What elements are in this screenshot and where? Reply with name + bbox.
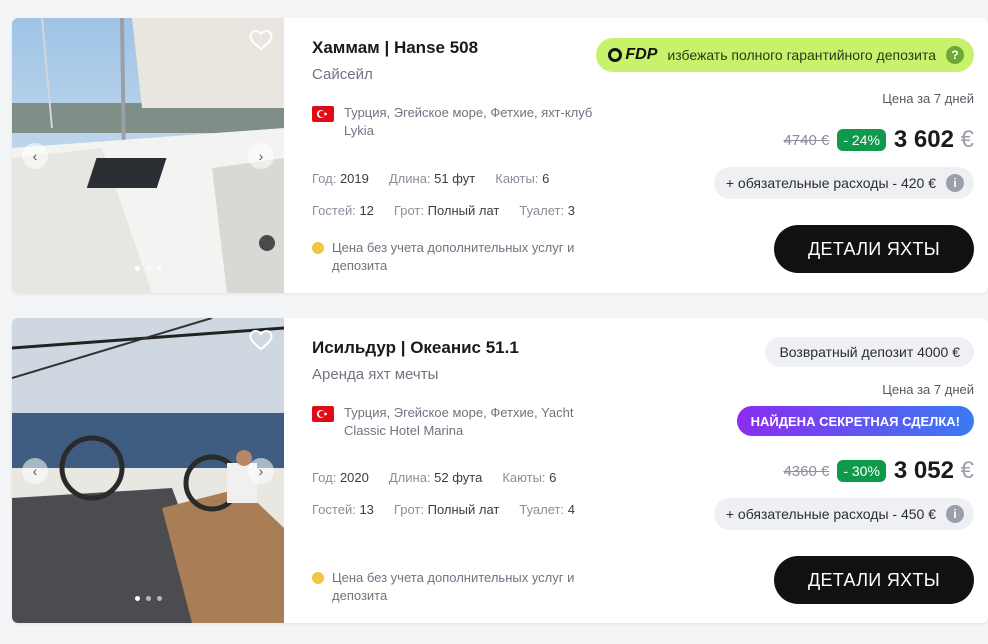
spec-cabins: Каюты: 6	[502, 470, 557, 485]
mandatory-fees[interactable]: + обязательные расходы - 420 € i	[713, 167, 974, 199]
location-text: Турция, Эгейское море, Фетхие, яхт-клуб …	[344, 105, 593, 138]
spec-guests: Гостей: 13	[312, 502, 374, 517]
carousel-dots	[12, 596, 284, 601]
carousel-dot[interactable]	[134, 266, 140, 271]
fdp-text: избежать полного гарантийного депозита	[667, 47, 936, 63]
price-period: Цена за 7 дней	[882, 382, 974, 397]
yacht-cockpit-image	[12, 318, 284, 623]
fdp-logo-icon	[608, 48, 623, 62]
charter-company: Сайсейл	[312, 66, 373, 83]
heart-icon[interactable]	[248, 328, 274, 352]
listing-card[interactable]: ‹ › Хаммам | Hanse 508 Сайсейл Турция, Э…	[12, 18, 988, 293]
yacht-details-button[interactable]: ДЕТАЛИ ЯХТЫ	[774, 556, 974, 604]
discount-badge: - 24%	[837, 129, 886, 151]
yacht-title[interactable]: Хаммам | Hanse 508	[312, 38, 478, 58]
spec-year: Год: 2020	[312, 470, 369, 485]
spec-length: Длина: 52 фута	[388, 470, 483, 485]
carousel-dot[interactable]	[156, 596, 162, 601]
spec-cabins: Каюты: 6	[495, 171, 550, 186]
info-dot-icon	[312, 242, 324, 254]
turkey-flag-icon	[312, 106, 334, 122]
help-icon[interactable]: ?	[946, 46, 964, 64]
spec-toilets: Туалет: 4	[519, 502, 575, 517]
listing-card[interactable]: ‹ › Исильдур | Океанис 51.1 Аренда яхт м…	[12, 318, 988, 623]
heart-icon[interactable]	[248, 28, 274, 52]
chevron-left-icon[interactable]: ‹	[22, 457, 48, 484]
price-row: 4360 € - 30% 3 052 €	[783, 457, 974, 485]
specs-row: Год: 2019 Длина: 51 фут Каюты: 6	[312, 171, 549, 186]
charter-company: Аренда яхт мечты	[312, 366, 439, 383]
price-note: Цена без учета дополнительных услуг и де…	[312, 569, 612, 605]
carousel-dot[interactable]	[156, 266, 162, 271]
carousel-dots	[12, 266, 284, 271]
spec-mainsail: Грот: Полный лат	[393, 203, 500, 218]
discount-badge: - 30%	[837, 460, 886, 482]
refundable-deposit-badge: Возвратный депозит 4000 €	[765, 337, 974, 367]
specs-row: Гостей: 12 Грот: Полный лат Туалет: 3	[312, 203, 575, 218]
yacht-photo[interactable]: ‹ ›	[12, 318, 284, 623]
yacht-deck-image	[12, 18, 284, 293]
yacht-title[interactable]: Исильдур | Океанис 51.1	[312, 338, 519, 358]
yacht-details-button[interactable]: ДЕТАЛИ ЯХТЫ	[774, 225, 974, 273]
price-period: Цена за 7 дней	[882, 91, 974, 106]
current-price: 3 602 €	[893, 126, 974, 153]
yacht-location: Турция, Эгейское море, Фетхие, Yacht Cla…	[312, 404, 612, 440]
specs-row: Год: 2020 Длина: 52 фута Каюты: 6	[312, 470, 556, 485]
turkey-flag-icon	[312, 406, 334, 422]
secret-deal-badge[interactable]: НАЙДЕНА СЕКРЕТНАЯ СДЕЛКА!	[736, 406, 974, 436]
chevron-left-icon[interactable]: ‹	[22, 142, 48, 169]
spec-length: Длина: 51 фут	[388, 171, 476, 186]
carousel-dot[interactable]	[145, 266, 151, 271]
info-icon[interactable]: i	[946, 174, 964, 192]
yacht-location: Турция, Эгейское море, Фетхие, яхт-клуб …	[312, 104, 612, 140]
price-row: 4740 € - 24% 3 602 €	[783, 126, 974, 154]
carousel-dot[interactable]	[134, 596, 140, 601]
info-dot-icon	[312, 572, 324, 584]
carousel-dot[interactable]	[145, 596, 151, 601]
mandatory-fees[interactable]: + обязательные расходы - 450 € i	[713, 498, 974, 530]
location-text: Турция, Эгейское море, Фетхие, Yacht Cla…	[344, 405, 574, 438]
old-price: 4360 €	[783, 462, 830, 480]
fdp-logo: FDP	[608, 46, 657, 64]
old-price: 4740 €	[783, 131, 830, 149]
yacht-photo[interactable]: ‹ ›	[12, 18, 284, 293]
spec-mainsail: Грот: Полный лат	[393, 502, 500, 517]
spec-toilets: Туалет: 3	[519, 203, 575, 218]
spec-year: Год: 2019	[312, 171, 369, 186]
spec-guests: Гостей: 12	[312, 203, 374, 218]
chevron-right-icon[interactable]: ›	[248, 142, 274, 169]
info-icon[interactable]: i	[946, 505, 964, 523]
fdp-badge[interactable]: FDP избежать полного гарантийного депози…	[596, 38, 974, 72]
price-note: Цена без учета дополнительных услуг и де…	[312, 239, 612, 275]
specs-row: Гостей: 13 Грот: Полный лат Туалет: 4	[312, 502, 575, 517]
current-price: 3 052 €	[893, 457, 974, 484]
chevron-right-icon[interactable]: ›	[248, 457, 274, 484]
